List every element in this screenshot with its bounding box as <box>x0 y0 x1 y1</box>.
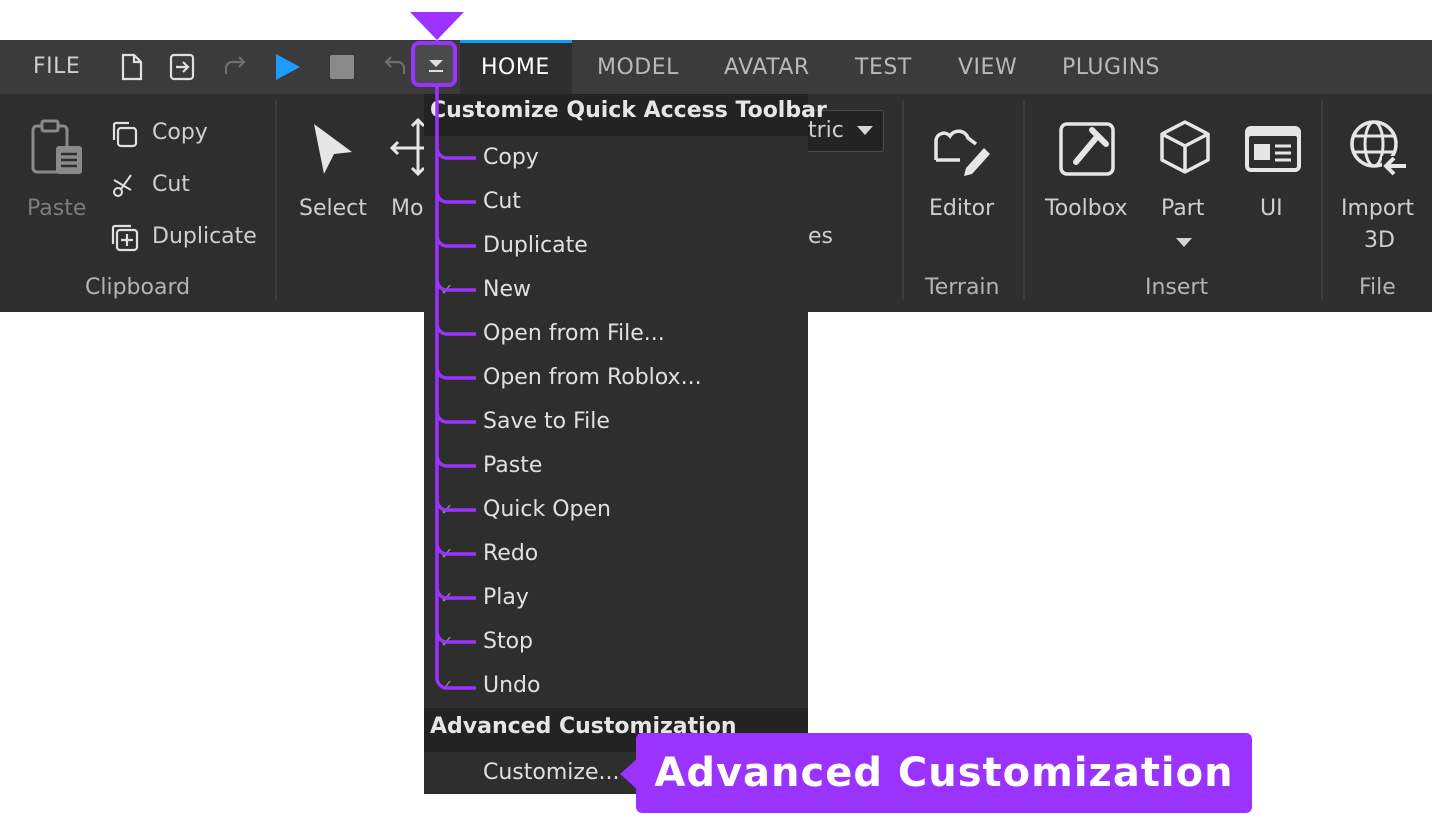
toolbox-button[interactable]: Toolbox <box>1045 196 1128 221</box>
duplicate-button[interactable]: Duplicate <box>152 224 257 249</box>
copy-icon <box>112 121 138 148</box>
terrain-group-label: Terrain <box>925 275 1000 300</box>
select-button[interactable]: Select <box>299 196 367 221</box>
clipboard-group-label: Clipboard <box>85 275 191 300</box>
play-icon[interactable] <box>272 52 302 82</box>
duplicate-icon <box>111 224 139 252</box>
import-3d-button[interactable]: Import <box>1341 196 1414 221</box>
part-cube-icon <box>1160 120 1210 174</box>
constraints-label: es <box>808 224 833 249</box>
callout-pointer <box>620 758 638 790</box>
part-button[interactable]: Part <box>1161 196 1204 221</box>
terrain-editor-icon <box>934 129 990 176</box>
paste-button[interactable]: Paste <box>27 196 86 221</box>
file-group-label: File <box>1359 275 1396 300</box>
chevron-down-icon <box>857 126 873 135</box>
open-file-icon[interactable] <box>168 52 198 82</box>
import-3d-globe-icon <box>1350 120 1408 176</box>
dropdown-arrow-icon <box>429 60 443 72</box>
tab-view[interactable]: VIEW <box>958 55 1017 80</box>
ui-frame-icon <box>1245 126 1301 172</box>
cut-icon <box>113 174 132 197</box>
ui-button[interactable]: UI <box>1260 196 1283 221</box>
select-cursor-icon <box>314 124 352 174</box>
ribbon-separator <box>1023 100 1025 300</box>
menu-item-customize[interactable]: Customize... <box>483 760 619 785</box>
tab-avatar[interactable]: AVATAR <box>724 55 810 80</box>
ribbon-separator <box>275 100 277 300</box>
paste-icon[interactable] <box>30 118 86 178</box>
cut-button[interactable]: Cut <box>152 172 190 197</box>
copy-button[interactable]: Copy <box>152 120 208 145</box>
annotation-bracket <box>410 12 476 690</box>
terrain-editor-button[interactable]: Editor <box>929 196 994 221</box>
redo-icon[interactable] <box>222 54 250 80</box>
ribbon-separator <box>902 100 904 300</box>
toolbox-icon <box>1059 122 1115 176</box>
ribbon-separator <box>1321 100 1323 300</box>
callout-text: Advanced Customization <box>654 750 1234 796</box>
title-bar <box>0 40 1432 94</box>
tab-test[interactable]: TEST <box>855 55 912 80</box>
tab-plugins[interactable]: PLUGINS <box>1062 55 1160 80</box>
new-file-icon[interactable] <box>118 52 146 82</box>
import-3d-button-line2: 3D <box>1364 228 1395 253</box>
part-chevron-down-icon[interactable] <box>1176 238 1192 248</box>
file-menu[interactable]: FILE <box>33 54 80 79</box>
insert-group-label: Insert <box>1145 275 1209 300</box>
stop-icon[interactable] <box>330 55 354 79</box>
